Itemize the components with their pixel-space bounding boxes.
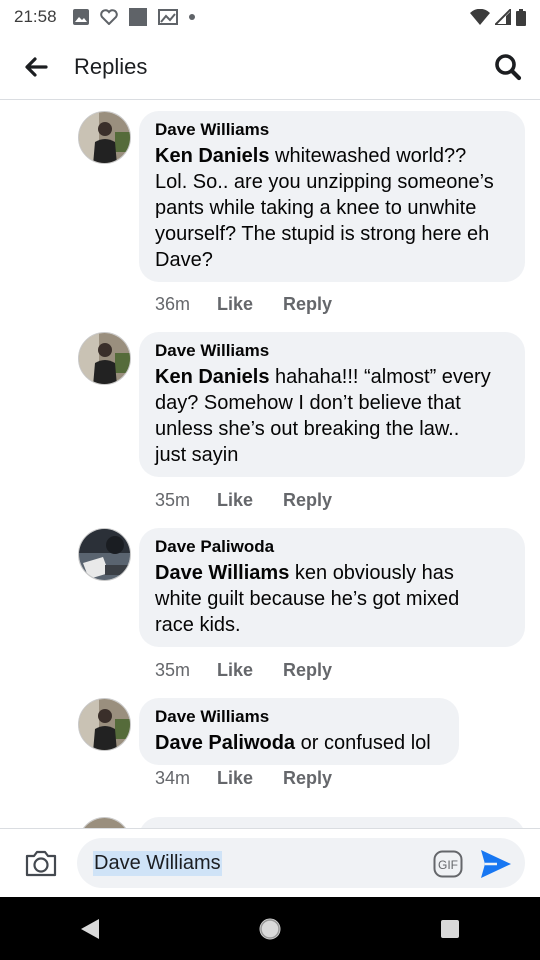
status-bar: 21:58 xyxy=(0,0,540,34)
comment-author[interactable]: Dave Williams xyxy=(155,340,509,362)
comment-time: 34m xyxy=(155,768,191,788)
avatar[interactable] xyxy=(78,111,131,164)
send-icon[interactable] xyxy=(479,848,513,880)
triangle-back-icon xyxy=(81,918,99,939)
comment-line: white guilt because he’s got mixed xyxy=(155,588,460,610)
image-icon xyxy=(72,9,89,25)
comment-line: yourself? The stupid is strong here eh xyxy=(155,223,490,245)
reply-button[interactable]: Reply xyxy=(283,660,332,681)
reply-button[interactable]: Reply xyxy=(283,490,332,511)
comment-line: hahaha!!! “almost” every xyxy=(269,366,491,388)
system-icons xyxy=(470,8,526,26)
like-button[interactable]: Like xyxy=(217,768,253,789)
gif-label: GIF xyxy=(438,858,458,872)
reply-input[interactable]: Dave Williams GIF xyxy=(77,838,525,888)
reply-composer: Dave Williams GIF xyxy=(0,828,540,897)
comment-line: ken obviously has xyxy=(289,562,454,584)
camera-icon xyxy=(25,850,57,877)
comment-actions: 35m Like Reply xyxy=(155,490,362,511)
comment-body: Dave Paliwoda or confused lol xyxy=(155,730,443,756)
comment-bubble: Dave Williams Ken Daniels hahaha!!! “alm… xyxy=(139,332,525,477)
reply-input-value: Dave Williams xyxy=(93,850,222,876)
comment-actions: 35m Like Reply xyxy=(155,660,362,681)
nav-back-button[interactable] xyxy=(60,899,120,959)
app-header: Replies xyxy=(0,34,540,100)
camera-button[interactable] xyxy=(0,829,82,898)
comment-actions: 34m Like Reply xyxy=(155,768,362,789)
heart-icon xyxy=(99,9,118,25)
comment-body: Ken Daniels hahaha!!! “almost” every day… xyxy=(155,364,509,468)
comment-actions: 36m Like Reply xyxy=(155,294,362,315)
search-button[interactable] xyxy=(476,34,540,100)
reply-button[interactable]: Reply xyxy=(283,768,332,789)
comment-time: 35m xyxy=(155,490,191,510)
comment-author[interactable]: Dave Williams xyxy=(155,119,509,141)
comment-line: pants while taking a knee to unwhite xyxy=(155,197,477,219)
mention-link[interactable]: Dave Paliwoda xyxy=(155,732,295,754)
avatar[interactable] xyxy=(78,698,131,751)
comment-line: race kids. xyxy=(155,614,241,636)
search-icon xyxy=(495,53,522,80)
like-button[interactable]: Like xyxy=(217,294,253,315)
dot-icon xyxy=(188,14,195,20)
comment-line: or confused lol xyxy=(295,732,431,754)
circle-home-icon xyxy=(258,917,282,940)
avatar[interactable] xyxy=(78,817,131,828)
status-time: 21:58 xyxy=(14,7,57,26)
comment-bubble: Dave Paliwoda Dave Williams ken obviousl… xyxy=(139,528,525,647)
comment-bubble: Dave Williams Dave Paliwoda or confused … xyxy=(139,698,459,765)
comment-line: just sayin xyxy=(155,444,239,466)
wifi-icon xyxy=(470,9,490,25)
comment-bubble xyxy=(139,817,525,828)
avatar[interactable] xyxy=(78,528,131,581)
notification-icons xyxy=(72,8,195,26)
reply-button[interactable]: Reply xyxy=(283,294,332,315)
back-button[interactable] xyxy=(0,34,72,100)
comment-bubble: Dave Williams Ken Daniels whitewashed wo… xyxy=(139,111,525,282)
square-recents-icon xyxy=(441,919,459,938)
comment-author[interactable]: Dave Williams xyxy=(155,706,443,728)
comment-line: Dave? xyxy=(155,249,213,271)
avatar[interactable] xyxy=(78,332,131,385)
battery-icon xyxy=(516,8,526,26)
mention-link[interactable]: Ken Daniels xyxy=(155,145,269,167)
nav-home-button[interactable] xyxy=(240,899,300,959)
signal-icon xyxy=(495,9,511,25)
comment-list: Dave Williams Ken Daniels whitewashed wo… xyxy=(0,101,540,828)
nav-recents-button[interactable] xyxy=(420,899,480,959)
page-title: Replies xyxy=(74,53,148,79)
comment-line: whitewashed world?? xyxy=(269,145,467,167)
comment-line: unless she’s out breaking the law.. xyxy=(155,418,460,440)
like-button[interactable]: Like xyxy=(217,490,253,511)
arrow-left-icon xyxy=(25,56,48,77)
comment-author[interactable]: Dave Paliwoda xyxy=(155,536,509,558)
like-button[interactable]: Like xyxy=(217,660,253,681)
comment-time: 35m xyxy=(155,660,191,680)
mention-link[interactable]: Ken Daniels xyxy=(155,366,269,388)
mention-link[interactable]: Dave Williams xyxy=(155,562,289,584)
comment-body: Dave Williams ken obviously has white gu… xyxy=(155,560,509,638)
square-icon xyxy=(128,8,147,26)
comment-time: 36m xyxy=(155,294,191,314)
gif-button[interactable]: GIF xyxy=(433,850,463,878)
comment-line: day? Somehow I don’t believe that xyxy=(155,392,461,414)
comment-body: Ken Daniels whitewashed world?? Lol. So.… xyxy=(155,143,509,273)
comment-line: Lol. So.. are you unzipping someone’s xyxy=(155,171,494,193)
mail-image-icon xyxy=(157,9,178,25)
system-nav-bar xyxy=(0,897,540,960)
